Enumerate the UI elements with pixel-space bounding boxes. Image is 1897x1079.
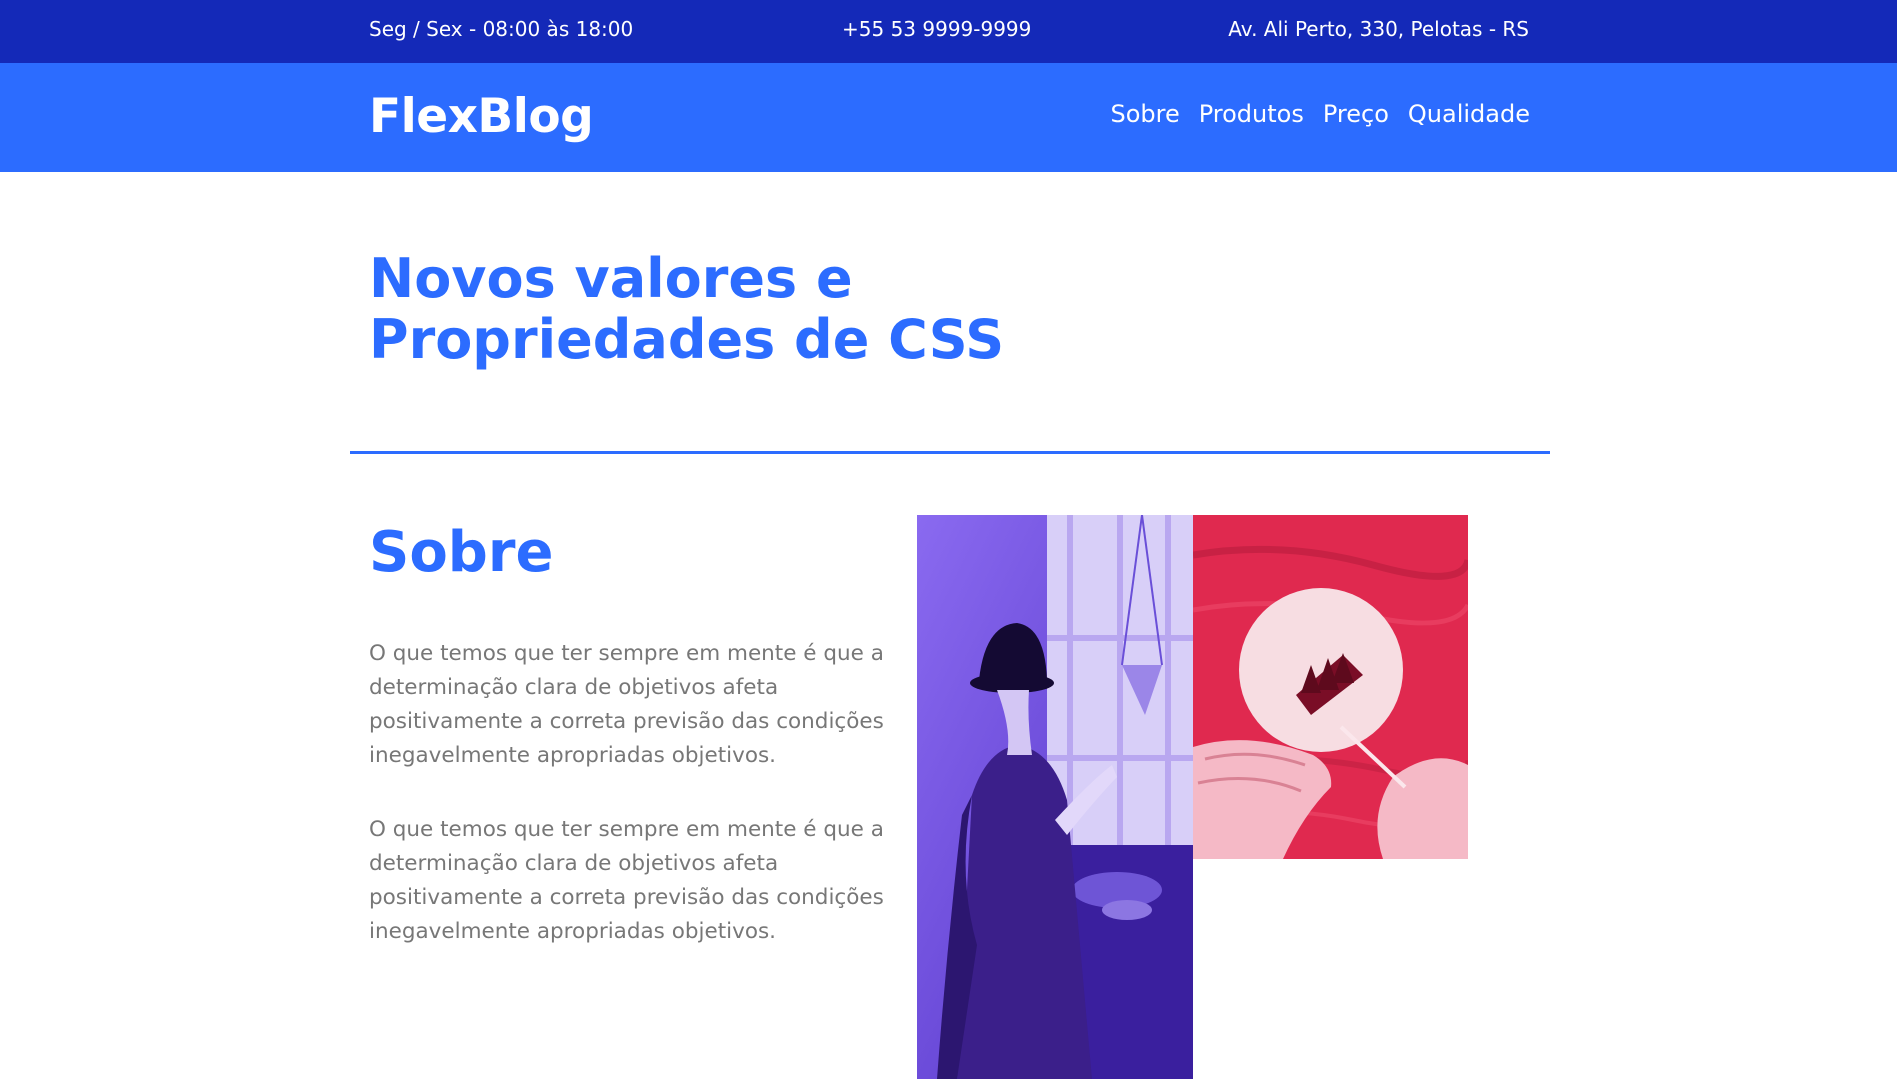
page-title: Novos valores e Propriedades de CSS: [369, 248, 1069, 370]
painting-hands-image: [1193, 515, 1468, 859]
about-paragraph-1: O que temos que ter sempre em mente é qu…: [369, 641, 884, 768]
page-title-line-1: Novos valores e: [369, 247, 853, 310]
site-logo[interactable]: FlexBlog: [369, 89, 594, 144]
woman-window-image: [917, 515, 1193, 1079]
opening-hours: Seg / Sex - 08:00 às 18:00: [369, 17, 634, 41]
nav-link-preco[interactable]: Preço: [1323, 100, 1389, 128]
nav-link-qualidade[interactable]: Qualidade: [1408, 100, 1530, 128]
about-section-title: Sobre: [369, 520, 554, 585]
top-info-bar: Seg / Sex - 08:00 às 18:00 +55 53 9999-9…: [0, 0, 1897, 63]
about-paragraph-2: O que temos que ter sempre em mente é qu…: [369, 817, 884, 944]
section-divider: [350, 451, 1550, 454]
nav-menu: Sobre Produtos Preço Qualidade: [1110, 100, 1530, 128]
phone-number[interactable]: +55 53 9999-9999: [842, 17, 1031, 41]
nav-link-sobre[interactable]: Sobre: [1110, 100, 1179, 128]
page-title-line-2: Propriedades de CSS: [369, 308, 1005, 371]
main-navbar: FlexBlog Sobre Produtos Preço Qualidade: [0, 63, 1897, 172]
address: Av. Ali Perto, 330, Pelotas - RS: [1228, 17, 1529, 41]
nav-link-produtos[interactable]: Produtos: [1199, 100, 1304, 128]
